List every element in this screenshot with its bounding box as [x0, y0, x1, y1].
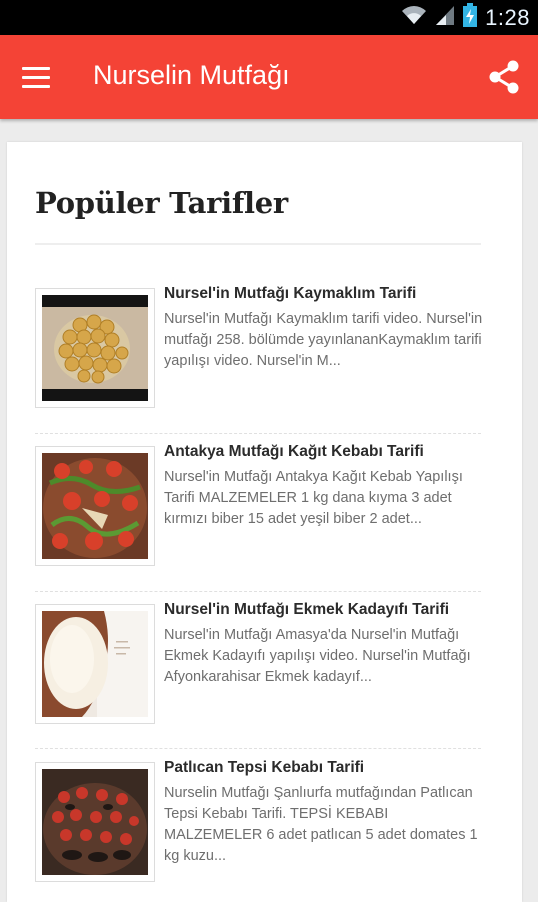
recipe-title[interactable]: Patlıcan Tepsi Kebabı Tarifi	[164, 759, 484, 777]
recipe-title[interactable]: Antakya Mutfağı Kağıt Kebabı Tarifi	[164, 443, 484, 461]
recipe-title[interactable]: Nursel'in Mutfağı Kaymaklım Tarifi	[164, 285, 484, 303]
app-title: Nurselin Mutfağı	[93, 60, 290, 90]
recipe-item[interactable]: Nursel'in Mutfağı Kaymaklım Tarifi Nurse…	[35, 285, 484, 428]
bread-dessert-image	[42, 611, 148, 717]
recipe-item[interactable]: Antakya Mutfağı Kağıt Kebabı Tarifi Nurs…	[35, 443, 484, 586]
divider	[35, 433, 481, 435]
recipe-thumbnail[interactable]	[35, 288, 155, 408]
recipes-card: Popüler Tarifler Nursel'in Mutfağı Kayma…	[7, 142, 522, 902]
divider	[35, 243, 481, 245]
recipe-item[interactable]: Nursel'in Mutfağı Ekmek Kadayıfı Tarifi …	[35, 601, 484, 744]
recipe-thumbnail[interactable]	[35, 446, 155, 566]
hamburger-menu-icon[interactable]	[22, 59, 60, 95]
recipe-title[interactable]: Nursel'in Mutfağı Ekmek Kadayıfı Tarifi	[164, 601, 484, 619]
dessert-plate-image	[42, 295, 148, 401]
recipe-description: Nurselin Mutfağı Şanlıurfa mutfağından P…	[164, 785, 478, 864]
recipe-description: Nursel'in Mutfağı Amasya'da Nursel'in Mu…	[164, 627, 471, 685]
divider	[35, 591, 481, 593]
share-icon[interactable]	[488, 60, 520, 94]
recipe-description: Nursel'in Mutfağı Antakya Kağıt Kebab Ya…	[164, 469, 463, 527]
app-bar: Nurselin Mutfağı	[0, 35, 538, 119]
recipe-thumbnail[interactable]	[35, 762, 155, 882]
recipe-item[interactable]: Patlıcan Tepsi Kebabı Tarifi Nurselin Mu…	[35, 759, 484, 902]
divider	[35, 748, 481, 750]
status-bar: 1:28	[0, 0, 538, 35]
eggplant-tray-image	[42, 769, 148, 875]
signal-icon	[435, 4, 455, 31]
recipe-description: Nursel'in Mutfağı Kaymaklım tarifi video…	[164, 311, 483, 369]
recipe-thumbnail[interactable]	[35, 604, 155, 724]
clock-time: 1:28	[485, 4, 530, 30]
section-title: Popüler Tarifler	[35, 186, 288, 220]
wifi-icon	[401, 4, 427, 31]
kebab-tray-image	[42, 453, 148, 559]
battery-charging-icon	[463, 3, 478, 32]
